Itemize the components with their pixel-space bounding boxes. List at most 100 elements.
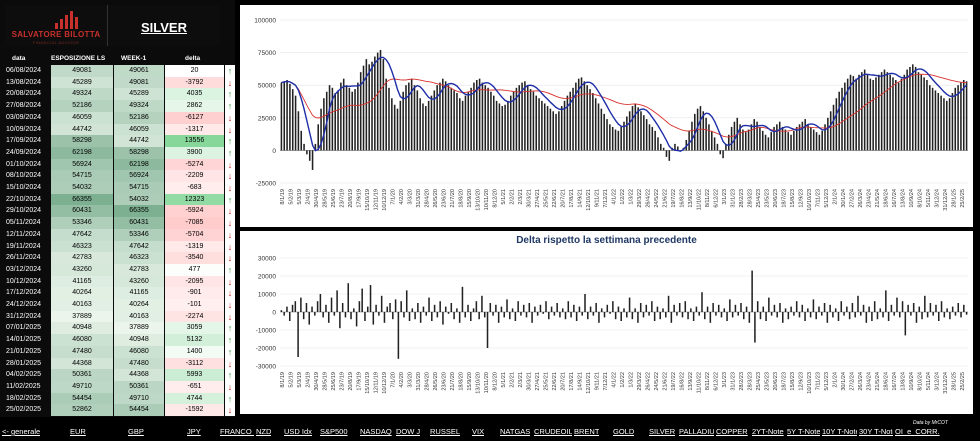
bar [885, 290, 887, 312]
bar [898, 312, 901, 318]
bar [419, 98, 421, 151]
nav-link-oi-e-corr[interactable]: OI_e_CORR. [895, 427, 940, 436]
bar [712, 303, 714, 312]
y-tick-label: 25000 [258, 115, 276, 122]
nav-link-eur[interactable]: EUR [70, 427, 86, 436]
row-date: 07/01/2025 [6, 324, 42, 332]
row-date: 21/01/2025 [6, 347, 42, 355]
bar [764, 134, 767, 151]
bar [334, 93, 336, 151]
bar [912, 64, 914, 151]
bar [910, 312, 912, 316]
bar [535, 95, 538, 151]
bar [305, 303, 308, 312]
bar [536, 312, 539, 316]
bar [566, 95, 569, 151]
x-tick-label: 5/3/19 [297, 372, 303, 388]
bar [717, 304, 720, 312]
brand-logo: SALVATORE BILOTTA FINANCIAL ADVISOR [5, 5, 108, 46]
nav-link-dow-j[interactable]: DOW J [396, 427, 420, 436]
nav-link-gold[interactable]: GOLD [613, 427, 634, 436]
nav-link-nzd[interactable]: NZD [256, 427, 271, 436]
bar [895, 79, 897, 151]
nav-link-10y-t-note[interactable]: 10Y T-Note [822, 427, 857, 436]
x-tick-label: 13/8/24 [900, 372, 906, 391]
nav-link-copper[interactable]: COPPER [716, 427, 748, 436]
x-tick-label: 3/3/20 [408, 372, 414, 388]
bar [567, 301, 570, 312]
x-tick-label: 4/2/20 [399, 372, 405, 388]
x-tick-label: 11/10/22 [696, 372, 702, 393]
nav-link-jpy[interactable]: JPY [187, 427, 201, 436]
nav-link-natgas[interactable]: NATGAS [500, 427, 530, 436]
row-date: 01/10/2024 [6, 160, 42, 168]
bar [640, 111, 642, 151]
row-week: 49061 [114, 65, 164, 77]
nav-link-palladium[interactable]: PALLADIUM [679, 427, 714, 436]
row-week: 62198 [114, 158, 164, 171]
bar [611, 126, 614, 151]
x-tick-label: 2/2/21 [510, 189, 516, 205]
bar [827, 117, 829, 151]
x-tick-label: 10/10/23 [807, 372, 813, 394]
bar [924, 295, 926, 312]
bar [481, 295, 483, 312]
header-date: data [12, 55, 26, 62]
bar [820, 312, 823, 316]
bar [812, 299, 815, 312]
nav-link-silver[interactable]: SILVER [649, 427, 675, 436]
bar [314, 312, 316, 316]
bar [960, 82, 962, 151]
nav-link-gbp[interactable]: GBP [128, 427, 144, 436]
y-tick-label: 30000 [258, 256, 276, 263]
bar [812, 129, 815, 151]
nav-link-2yt-note[interactable]: 2YT-Note [752, 427, 784, 436]
bar [954, 312, 957, 316]
arrow-down-icon: ↓ [225, 228, 235, 241]
bar [389, 303, 391, 312]
nav-link-russel[interactable]: RUSSEL [430, 427, 460, 436]
arrow-up-icon: ↑ [225, 345, 235, 358]
bar [960, 312, 962, 318]
nav-link-s-p500[interactable]: S&P500 [320, 427, 348, 436]
bar [386, 306, 389, 312]
bar [450, 303, 453, 312]
nav-link-vix[interactable]: VIX [472, 427, 484, 436]
bar [765, 312, 767, 321]
bar [878, 74, 880, 151]
bar [291, 89, 294, 151]
row-delta: 3059 [165, 322, 224, 335]
x-tick-label: 25/4/23 [756, 189, 762, 208]
nav-link-usd-idx[interactable]: USD Idx [284, 427, 312, 436]
bar [419, 312, 422, 323]
x-tick-label: 7/11/23 [815, 189, 821, 207]
x-tick-label: 24/5/22 [654, 189, 660, 208]
bar [823, 303, 826, 312]
x-tick-label: 21/5/24 [875, 189, 881, 208]
nav-link-generale[interactable]: <- generale [2, 427, 40, 436]
x-tick-label: 15/8/23 [790, 189, 796, 208]
x-tick-label: 21/6/22 [662, 189, 668, 208]
nav-link-crudeoil[interactable]: CRUDEOIL [534, 427, 572, 436]
row-esposizione: 40948 [51, 322, 113, 335]
nav-link-brent[interactable]: BRENT [574, 427, 599, 436]
row-esposizione: 49081 [51, 65, 113, 77]
bar [637, 312, 639, 323]
x-tick-label: 25/5/21 [544, 372, 550, 391]
bar [400, 301, 402, 312]
row-esposizione: 42783 [51, 252, 113, 265]
x-tick-label: 7/1/20 [391, 189, 397, 205]
x-tick-label: 6/12/22 [713, 189, 719, 208]
bar [815, 132, 818, 151]
x-tick-label: 9/11/21 [595, 372, 601, 390]
bar [875, 77, 877, 151]
bar [573, 304, 575, 312]
nav-link-nasdaq[interactable]: NASDAQ [360, 427, 392, 436]
nav-link-franco-svizzero[interactable]: FRANCO SVIZZERO [220, 427, 254, 436]
bar [859, 312, 862, 316]
row-esposizione: 37889 [51, 310, 113, 323]
nav-link-30y-t-note[interactable]: 30Y T-Note [859, 427, 893, 436]
nav-link-5y-t-note[interactable]: 5Y T-Note [787, 427, 820, 436]
bar [444, 306, 447, 312]
bar [837, 312, 840, 321]
